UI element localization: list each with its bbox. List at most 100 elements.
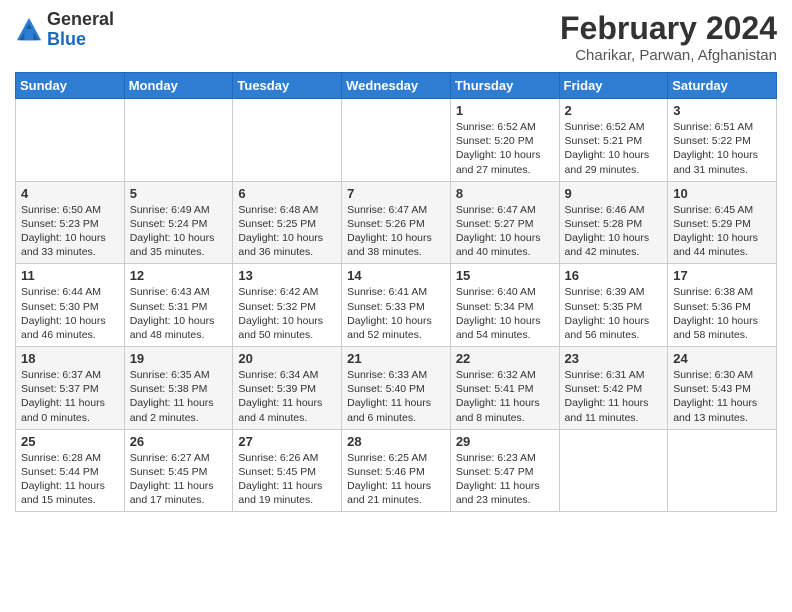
day-number: 10 [673,186,771,201]
day-info: Sunrise: 6:47 AM Sunset: 5:26 PM Dayligh… [347,203,445,260]
day-cell: 4 Sunrise: 6:50 AM Sunset: 5:23 PM Daylig… [16,181,125,264]
day-cell [559,429,668,512]
day-number: 28 [347,434,445,449]
day-number: 21 [347,351,445,366]
day-cell [16,99,125,182]
day-cell: 12 Sunrise: 6:43 AM Sunset: 5:31 PM Dayli… [124,264,233,347]
logo-general-text: General [47,9,114,29]
day-number: 11 [21,268,119,283]
day-number: 4 [21,186,119,201]
day-info: Sunrise: 6:51 AM Sunset: 5:22 PM Dayligh… [673,120,771,177]
day-cell: 6 Sunrise: 6:48 AM Sunset: 5:25 PM Daylig… [233,181,342,264]
page: General Blue February 2024 Charikar, Par… [0,0,792,522]
day-cell: 19 Sunrise: 6:35 AM Sunset: 5:38 PM Dayli… [124,347,233,430]
day-number: 15 [456,268,554,283]
day-info: Sunrise: 6:37 AM Sunset: 5:37 PM Dayligh… [21,368,119,425]
col-header-saturday: Saturday [668,73,777,99]
day-info: Sunrise: 6:31 AM Sunset: 5:42 PM Dayligh… [565,368,663,425]
day-info: Sunrise: 6:33 AM Sunset: 5:40 PM Dayligh… [347,368,445,425]
day-number: 27 [238,434,336,449]
day-info: Sunrise: 6:30 AM Sunset: 5:43 PM Dayligh… [673,368,771,425]
week-row-4: 25 Sunrise: 6:28 AM Sunset: 5:44 PM Dayli… [16,429,777,512]
title-month: February 2024 [560,10,777,47]
day-cell: 21 Sunrise: 6:33 AM Sunset: 5:40 PM Dayli… [342,347,451,430]
col-header-tuesday: Tuesday [233,73,342,99]
day-cell: 29 Sunrise: 6:23 AM Sunset: 5:47 PM Dayli… [450,429,559,512]
day-info: Sunrise: 6:25 AM Sunset: 5:46 PM Dayligh… [347,451,445,508]
day-info: Sunrise: 6:23 AM Sunset: 5:47 PM Dayligh… [456,451,554,508]
logo-text: General Blue [47,10,114,50]
day-info: Sunrise: 6:50 AM Sunset: 5:23 PM Dayligh… [21,203,119,260]
day-info: Sunrise: 6:28 AM Sunset: 5:44 PM Dayligh… [21,451,119,508]
day-cell: 24 Sunrise: 6:30 AM Sunset: 5:43 PM Dayli… [668,347,777,430]
title-location: Charikar, Parwan, Afghanistan [560,47,777,64]
day-cell: 17 Sunrise: 6:38 AM Sunset: 5:36 PM Dayli… [668,264,777,347]
week-row-2: 11Sunrise: 6:44 AM Sunset: 5:30 PM Dayli… [16,264,777,347]
day-cell: 18 Sunrise: 6:37 AM Sunset: 5:37 PM Dayli… [16,347,125,430]
col-header-thursday: Thursday [450,73,559,99]
title-block: February 2024 Charikar, Parwan, Afghanis… [560,10,777,64]
day-info: Sunrise: 6:49 AM Sunset: 5:24 PM Dayligh… [130,203,228,260]
day-number: 9 [565,186,663,201]
day-cell [233,99,342,182]
day-info: Sunrise: 6:35 AM Sunset: 5:38 PM Dayligh… [130,368,228,425]
day-number: 20 [238,351,336,366]
day-info: Sunrise: 6:39 AM Sunset: 5:35 PM Dayligh… [565,285,663,342]
day-info: Sunrise: 6:45 AM Sunset: 5:29 PM Dayligh… [673,203,771,260]
col-header-friday: Friday [559,73,668,99]
header: General Blue February 2024 Charikar, Par… [15,10,777,64]
day-cell: 13 Sunrise: 6:42 AM Sunset: 5:32 PM Dayli… [233,264,342,347]
day-cell: 5 Sunrise: 6:49 AM Sunset: 5:24 PM Daylig… [124,181,233,264]
day-info: Sunrise: 6:48 AM Sunset: 5:25 PM Dayligh… [238,203,336,260]
day-cell: 20 Sunrise: 6:34 AM Sunset: 5:39 PM Dayli… [233,347,342,430]
day-number: 17 [673,268,771,283]
day-info: Sunrise: 6:52 AM Sunset: 5:21 PM Dayligh… [565,120,663,177]
day-cell: 25 Sunrise: 6:28 AM Sunset: 5:44 PM Dayli… [16,429,125,512]
day-cell: 27Sunrise: 6:26 AM Sunset: 5:45 PM Dayli… [233,429,342,512]
day-info: Sunrise: 6:47 AM Sunset: 5:27 PM Dayligh… [456,203,554,260]
calendar-table: SundayMondayTuesdayWednesdayThursdayFrid… [15,72,777,512]
day-number: 2 [565,103,663,118]
day-number: 22 [456,351,554,366]
day-info: Sunrise: 6:32 AM Sunset: 5:41 PM Dayligh… [456,368,554,425]
day-cell: 15Sunrise: 6:40 AM Sunset: 5:34 PM Dayli… [450,264,559,347]
day-info: Sunrise: 6:38 AM Sunset: 5:36 PM Dayligh… [673,285,771,342]
day-number: 25 [21,434,119,449]
day-cell: 22 Sunrise: 6:32 AM Sunset: 5:41 PM Dayli… [450,347,559,430]
day-number: 3 [673,103,771,118]
day-info: Sunrise: 6:27 AM Sunset: 5:45 PM Dayligh… [130,451,228,508]
day-number: 26 [130,434,228,449]
col-header-monday: Monday [124,73,233,99]
day-number: 18 [21,351,119,366]
logo-icon [15,16,43,44]
day-number: 29 [456,434,554,449]
day-cell: 7Sunrise: 6:47 AM Sunset: 5:26 PM Daylig… [342,181,451,264]
logo: General Blue [15,10,114,50]
day-number: 14 [347,268,445,283]
week-row-0: 1Sunrise: 6:52 AM Sunset: 5:20 PM Daylig… [16,99,777,182]
day-number: 1 [456,103,554,118]
day-number: 6 [238,186,336,201]
day-cell [342,99,451,182]
logo-blue-text: Blue [47,29,86,49]
day-info: Sunrise: 6:42 AM Sunset: 5:32 PM Dayligh… [238,285,336,342]
day-cell: 16Sunrise: 6:39 AM Sunset: 5:35 PM Dayli… [559,264,668,347]
day-cell: 28 Sunrise: 6:25 AM Sunset: 5:46 PM Dayli… [342,429,451,512]
day-number: 19 [130,351,228,366]
day-cell: 2 Sunrise: 6:52 AM Sunset: 5:21 PM Daylig… [559,99,668,182]
day-info: Sunrise: 6:43 AM Sunset: 5:31 PM Dayligh… [130,285,228,342]
day-number: 24 [673,351,771,366]
day-cell [124,99,233,182]
day-number: 12 [130,268,228,283]
day-cell: 26 Sunrise: 6:27 AM Sunset: 5:45 PM Dayli… [124,429,233,512]
week-row-1: 4 Sunrise: 6:50 AM Sunset: 5:23 PM Daylig… [16,181,777,264]
day-info: Sunrise: 6:34 AM Sunset: 5:39 PM Dayligh… [238,368,336,425]
day-cell: 1Sunrise: 6:52 AM Sunset: 5:20 PM Daylig… [450,99,559,182]
day-info: Sunrise: 6:46 AM Sunset: 5:28 PM Dayligh… [565,203,663,260]
day-cell [668,429,777,512]
day-cell: 3 Sunrise: 6:51 AM Sunset: 5:22 PM Daylig… [668,99,777,182]
day-cell: 10 Sunrise: 6:45 AM Sunset: 5:29 PM Dayli… [668,181,777,264]
day-number: 13 [238,268,336,283]
col-header-sunday: Sunday [16,73,125,99]
day-number: 5 [130,186,228,201]
